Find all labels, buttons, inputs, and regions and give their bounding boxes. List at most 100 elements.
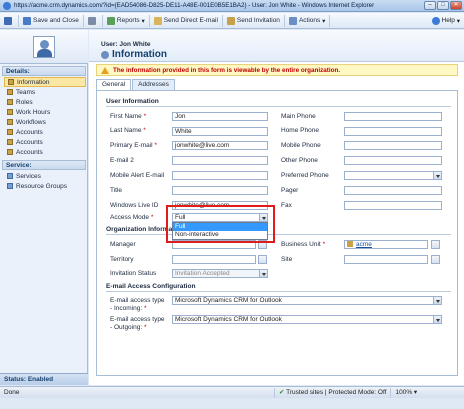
close-button[interactable]: ✕	[450, 1, 462, 10]
sidebar-item-services[interactable]: Services	[4, 171, 86, 181]
incoming-label: E-mail access type - Incoming: *	[110, 297, 165, 312]
sidebar-item-label: Information	[17, 78, 50, 86]
actions-label: Actions	[298, 17, 321, 24]
sidebar-item-work-hours[interactable]: Work Hours	[4, 107, 86, 117]
site-label: Site	[281, 256, 293, 263]
other-phone-field[interactable]	[344, 156, 442, 165]
sidebar-item-information[interactable]: Information	[4, 77, 86, 87]
window-titlebar: https://acme.crm.dynamics.com/?id={EAD54…	[0, 0, 464, 12]
lookup-icon[interactable]	[258, 255, 267, 264]
lookup-icon[interactable]	[431, 240, 440, 249]
reports-label: Reports	[116, 17, 140, 24]
record-user-label: User: Jon White	[101, 41, 151, 48]
send-invitation-button[interactable]: Send Invitation	[223, 14, 285, 27]
invitation-status-label: Invitation Status	[110, 270, 157, 277]
check-icon: ✔	[279, 388, 285, 396]
title-label: Title	[110, 187, 123, 194]
home-phone-field[interactable]	[344, 127, 442, 136]
other-phone-label: Other Phone	[281, 157, 318, 164]
sidebar-item-roles[interactable]: Roles	[4, 97, 86, 107]
sidebar-item-accounts[interactable]: Accounts	[4, 127, 86, 137]
resource-groups-icon	[7, 183, 13, 189]
preferred-phone-select[interactable]	[344, 171, 442, 180]
actions-icon	[288, 16, 297, 25]
incoming-select[interactable]: Microsoft Dynamics CRM for Outlook	[172, 296, 442, 305]
sidebar-item-accounts[interactable]: Accounts	[4, 137, 86, 147]
lookup-icon[interactable]	[431, 255, 440, 264]
tab-addresses[interactable]: Addresses	[132, 79, 175, 90]
territory-field[interactable]	[172, 255, 256, 264]
last-name-label: Last Name *	[110, 127, 146, 134]
email-icon	[153, 16, 162, 25]
section-user-information: User Information	[106, 98, 451, 107]
access-mode-select[interactable]: Full	[172, 213, 268, 222]
sidebar-item-label: Accounts	[16, 148, 43, 156]
notification-bar: The information provided in this form is…	[96, 64, 458, 76]
save-button[interactable]	[0, 14, 19, 27]
reports-button[interactable]: Reports ▾	[103, 14, 150, 27]
send-invite-label: Send Invitation	[236, 17, 280, 24]
primary-email-field[interactable]: jonwhite@live.com	[172, 141, 268, 150]
mobile-phone-field[interactable]	[344, 141, 442, 150]
browser-status-bar: Done ✔ Trusted sites | Protected Mode: O…	[0, 386, 464, 398]
pager-field[interactable]	[344, 186, 442, 195]
invitation-status-select: Invitation Accepted	[172, 269, 268, 278]
user-icon	[101, 50, 109, 59]
first-name-label: First Name *	[110, 113, 147, 120]
fax-label: Fax	[281, 202, 292, 209]
security-zone: ✔ Trusted sites | Protected Mode: Off	[274, 387, 390, 398]
manager-label: Manager	[110, 241, 136, 248]
business-unit-icon	[347, 241, 353, 247]
form-tabs: General Addresses	[96, 79, 176, 90]
email2-field[interactable]	[172, 156, 268, 165]
window-controls: – □ ✕	[424, 1, 462, 10]
minimize-button[interactable]: –	[424, 1, 436, 10]
avatar	[33, 35, 55, 58]
help-icon	[431, 16, 440, 25]
send-direct-email-button[interactable]: Send Direct E-mail	[150, 14, 223, 27]
title-field[interactable]	[172, 186, 268, 195]
help-button[interactable]: Help ▾	[431, 16, 464, 25]
mobile-phone-label: Mobile Phone	[281, 142, 321, 149]
main-phone-field[interactable]	[344, 112, 442, 121]
save-and-close-button[interactable]: Save and Close	[19, 14, 84, 27]
access-mode-options: Full Non-interactive	[172, 222, 268, 240]
mobile-alert-email-field[interactable]	[172, 171, 268, 180]
tab-general[interactable]: General	[96, 79, 132, 90]
folder-icon	[7, 99, 13, 105]
sidebar-item-accounts[interactable]: Accounts	[4, 147, 86, 157]
form-icon	[8, 79, 14, 85]
save-icon	[4, 16, 12, 25]
main-phone-label: Main Phone	[281, 113, 316, 120]
print-button[interactable]	[84, 14, 103, 27]
business-unit-label: Business Unit *	[281, 241, 326, 248]
service-header: Service:	[2, 160, 86, 170]
last-name-field[interactable]: White	[172, 127, 268, 136]
outgoing-label: E-mail access type - Outgoing: *	[110, 316, 165, 331]
site-field[interactable]	[344, 255, 428, 264]
maximize-button[interactable]: □	[437, 1, 449, 10]
section-email-access-configuration: E-mail Access Configuration	[106, 283, 451, 292]
save-close-label: Save and Close	[33, 17, 79, 24]
ie-logo-icon	[3, 1, 11, 10]
zoom-level[interactable]: 100% ▾	[390, 387, 421, 398]
command-bar: Save and Close Reports ▾ Send Direct E-m…	[0, 13, 464, 29]
sidebar-item-label: Work Hours	[16, 108, 51, 116]
details-header: Details:	[2, 66, 86, 76]
sidebar-item-workflows[interactable]: Workflows	[4, 117, 86, 127]
outgoing-select[interactable]: Microsoft Dynamics CRM for Outlook	[172, 315, 442, 324]
sidebar-item-teams[interactable]: Teams	[4, 87, 86, 97]
status-text: Done	[4, 389, 20, 396]
chevron-down-icon	[433, 297, 441, 304]
page-title: Information	[101, 49, 167, 60]
pager-label: Pager	[281, 187, 299, 194]
actions-button[interactable]: Actions ▾	[285, 14, 331, 27]
business-unit-field[interactable]: acme	[344, 240, 428, 249]
sidebar-item-label: Workflows	[16, 118, 46, 126]
option-non-interactive[interactable]: Non-interactive	[173, 231, 267, 239]
first-name-field[interactable]: Jon	[172, 112, 268, 121]
mobile-alert-email-label: Mobile Alert E-mail	[110, 172, 165, 179]
option-full[interactable]: Full	[173, 223, 267, 231]
fax-field[interactable]	[344, 201, 442, 210]
sidebar-item-resource-groups[interactable]: Resource Groups	[4, 181, 86, 191]
